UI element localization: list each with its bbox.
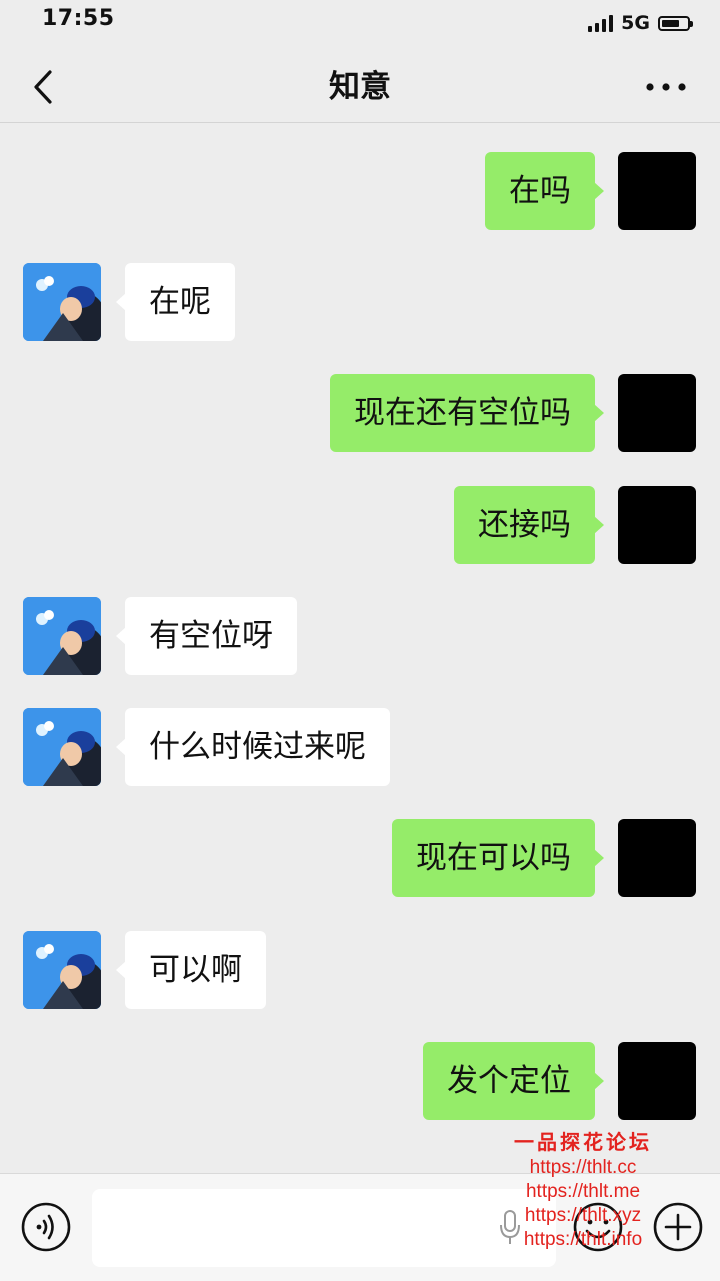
message-row: 在吗 (0, 152, 720, 232)
message-bubble-sent[interactable]: 现在可以吗 (392, 819, 604, 897)
contact-avatar[interactable] (23, 263, 101, 341)
contact-avatar[interactable] (23, 708, 101, 786)
watermark-url: https://thlt.cc (529, 1157, 637, 1178)
message-bubble-sent[interactable]: 现在还有空位吗 (330, 374, 604, 452)
contact-avatar[interactable] (23, 931, 101, 1009)
signal-icon (588, 14, 614, 32)
watermark-url: https://thlt.me (525, 1181, 641, 1202)
contact-avatar-image (23, 931, 101, 1009)
message-bubble-sent[interactable]: 在吗 (485, 152, 604, 230)
watermark-title: 一品探花论坛 (514, 1130, 652, 1154)
watermark-url: https://thlt.xyz (524, 1205, 642, 1226)
network-type: 5G (621, 12, 650, 34)
message-bubble-sent[interactable]: 发个定位 (423, 1042, 604, 1120)
status-time: 17:55 (42, 6, 115, 31)
message-row: 现在还有空位吗 (0, 374, 720, 454)
message-row: 还接吗 (0, 486, 720, 566)
self-avatar[interactable] (618, 486, 696, 564)
message-row: 什么时候过来呢 (0, 708, 720, 788)
message-row: 现在可以吗 (0, 819, 720, 899)
message-bubble-received[interactable]: 有空位呀 (116, 597, 297, 675)
status-bar: 17:55 5G (0, 0, 720, 52)
voice-icon (21, 1202, 71, 1252)
message-input[interactable] (92, 1189, 556, 1267)
message-row: 可以啊 (0, 931, 720, 1011)
contact-avatar-image (23, 263, 101, 341)
message-bubble-received[interactable]: 什么时候过来呢 (116, 708, 390, 786)
self-avatar[interactable] (618, 152, 696, 230)
message-list[interactable]: 在吗 在呢 现在还有空位吗 还接吗 有空位呀 什么时候过来呢 现在可以吗 可以啊… (0, 123, 720, 1173)
voice-button[interactable] (20, 1201, 72, 1253)
self-avatar[interactable] (618, 819, 696, 897)
chat-title: 知意 (329, 69, 391, 105)
self-avatar[interactable] (618, 374, 696, 452)
battery-level (662, 19, 679, 27)
watermark-url: https://thlt.info (523, 1229, 643, 1250)
message-bubble-received[interactable]: 在呢 (116, 263, 235, 341)
message-bubble-received[interactable]: 可以啊 (116, 931, 266, 1009)
watermark: 一品探花论坛 https://thlt.cc https://thlt.me h… (498, 1128, 668, 1252)
message-row: 有空位呀 (0, 597, 720, 677)
contact-avatar-image (23, 597, 101, 675)
message-row: 在呢 (0, 263, 720, 343)
self-avatar[interactable] (618, 1042, 696, 1120)
nav-bar: 知意 (0, 52, 720, 123)
status-indicators: 5G (588, 10, 693, 36)
battery-icon (658, 15, 693, 31)
message-row: 发个定位 (0, 1042, 720, 1122)
more-horizontal-icon (646, 83, 686, 91)
more-button[interactable] (642, 72, 690, 102)
contact-avatar-image (23, 708, 101, 786)
message-bubble-sent[interactable]: 还接吗 (454, 486, 604, 564)
contact-avatar[interactable] (23, 597, 101, 675)
